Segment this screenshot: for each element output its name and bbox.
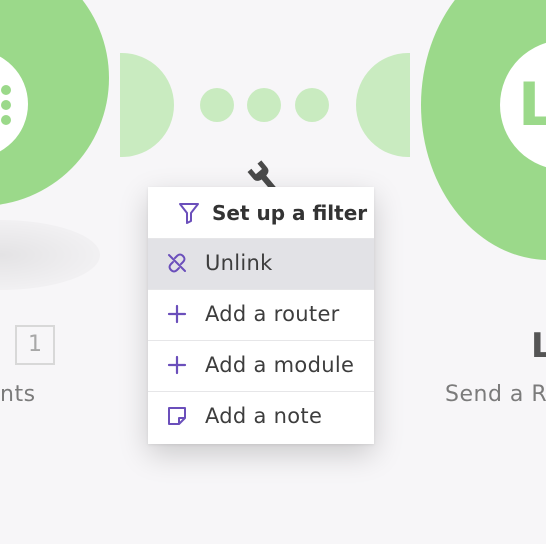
operation-count-badge: 1 — [15, 325, 55, 365]
left-module-shadow — [0, 220, 100, 290]
scenario-canvas[interactable]: L 1 nts L Send a R Set up a filter Unlin… — [0, 0, 546, 544]
list-icon — [1, 85, 11, 125]
add-router-menu-item[interactable]: Add a router — [148, 289, 374, 340]
filter-icon — [179, 203, 199, 224]
add-note-label: Add a note — [205, 404, 323, 428]
right-module-title: L — [531, 326, 546, 366]
connector-right-handle[interactable] — [356, 53, 410, 157]
connector-context-menu: Set up a filter Unlink Add a router Add … — [148, 187, 374, 444]
connector-left-handle[interactable] — [120, 53, 174, 157]
plus-icon — [167, 355, 187, 375]
add-module-menu-item[interactable]: Add a module — [148, 340, 374, 391]
unlink-menu-item[interactable]: Unlink — [148, 238, 374, 289]
connector-dot — [247, 88, 281, 122]
unlink-icon — [168, 253, 186, 273]
connector-dot — [295, 88, 329, 122]
right-module-subtitle: Send a R — [445, 382, 546, 407]
plus-icon — [167, 304, 187, 324]
set-up-filter-button[interactable]: Set up a filter — [148, 187, 374, 238]
add-note-menu-item[interactable]: Add a note — [148, 391, 374, 442]
add-router-label: Add a router — [205, 302, 340, 326]
add-module-label: Add a module — [205, 353, 355, 377]
right-module-icon-letter: L — [518, 70, 546, 140]
connector-dot — [200, 88, 234, 122]
set-up-filter-label: Set up a filter — [212, 201, 368, 225]
unlink-label: Unlink — [205, 251, 273, 275]
note-icon — [168, 407, 186, 425]
left-module-label: nts — [0, 382, 36, 407]
